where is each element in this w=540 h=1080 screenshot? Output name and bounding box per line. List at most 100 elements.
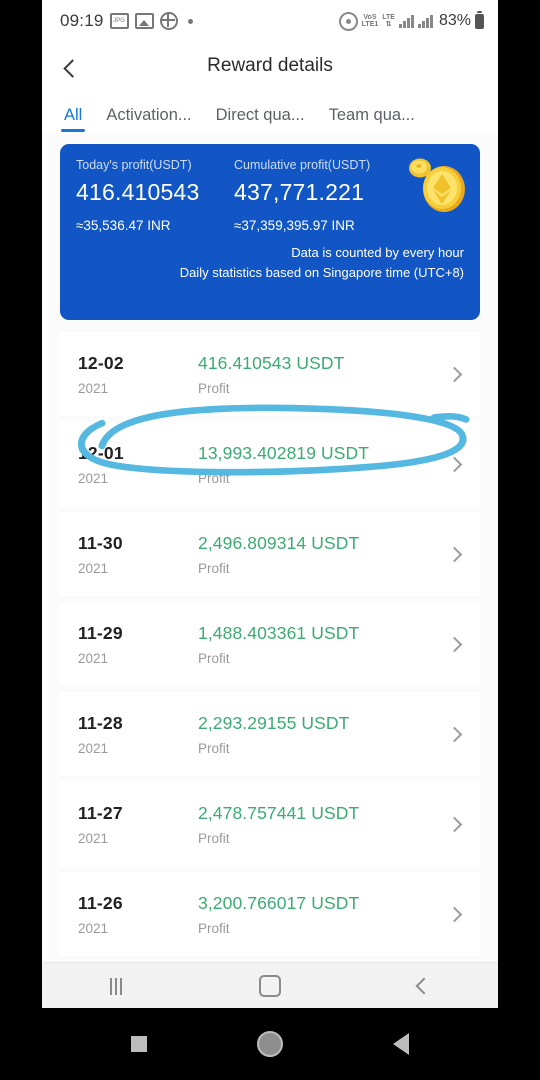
volte-icon: VoS LTE1 — [362, 14, 379, 28]
chevron-left-icon — [62, 58, 82, 78]
row-year: 2021 — [78, 920, 109, 936]
summary-note-line-2: Daily statistics based on Singapore time… — [179, 265, 464, 281]
tab-activation[interactable]: Activation... — [106, 106, 191, 134]
lte-top-label: LTE — [382, 14, 395, 21]
tab-direct-label: Direct qua... — [215, 106, 305, 124]
row-amount: 13,993.402819 USDT — [198, 442, 370, 463]
row-year: 2021 — [78, 380, 109, 396]
back-button[interactable] — [52, 48, 92, 88]
table-row[interactable]: 11-30 2021 2,496.809314 USDT Profit — [60, 512, 480, 596]
chevron-right-icon[interactable] — [446, 546, 463, 562]
table-row[interactable]: 11-26 2021 3,200.766017 USDT Profit — [60, 872, 480, 956]
row-amount: 416.410543 USDT — [198, 352, 345, 373]
tab-team-label: Team qua... — [328, 106, 415, 124]
play-triangle-icon[interactable] — [393, 1033, 409, 1055]
page-title: Reward details — [207, 55, 333, 76]
row-date-block: 11-28 2021 — [78, 713, 198, 756]
status-bar: 09:19 JPG VoS LTE1 LTE ⇅ 83% — [42, 0, 498, 42]
dot-icon — [187, 18, 193, 24]
image-icon — [134, 13, 154, 29]
row-type: Profit — [198, 740, 230, 756]
row-date: 11-30 — [78, 532, 123, 553]
lte-bottom-label: ⇅ — [385, 21, 392, 28]
signal-bars-icon-1 — [398, 14, 414, 28]
app-window: 09:19 JPG VoS LTE1 LTE ⇅ 83% Reward deta… — [42, 0, 498, 1008]
back-icon[interactable] — [415, 977, 433, 995]
today-profit-fiat: ≈35,536.47 INR — [76, 218, 171, 233]
tab-team-quantification[interactable]: Team qua... — [329, 106, 415, 134]
status-bar-left: 09:19 JPG — [60, 0, 193, 42]
row-date-block: 11-26 2021 — [78, 893, 198, 936]
row-main-block: 2,293.29155 USDT Profit — [198, 713, 449, 756]
summary-note: Data is counted by every hour Daily stat… — [76, 243, 464, 283]
row-amount: 2,496.809314 USDT — [198, 532, 360, 553]
row-main-block: 3,200.766017 USDT Profit — [198, 893, 449, 936]
row-type: Profit — [198, 650, 230, 666]
stop-square-icon[interactable] — [131, 1036, 147, 1052]
table-row[interactable]: 12-02 2021 416.410543 USDT Profit — [60, 332, 480, 416]
today-profit-block: Today's profit(USDT) 416.410543 ≈35,536.… — [76, 158, 234, 233]
row-amount: 2,293.29155 USDT — [198, 712, 350, 733]
chevron-right-icon[interactable] — [446, 726, 463, 742]
today-profit-value: 416.410543 — [76, 179, 200, 205]
row-main-block: 1,488.403361 USDT Profit — [198, 623, 449, 666]
tab-activation-label: Activation... — [106, 106, 192, 124]
table-row[interactable]: 11-27 2021 2,478.757441 USDT Profit — [60, 782, 480, 866]
table-row[interactable]: 11-28 2021 2,293.29155 USDT Profit — [60, 692, 480, 776]
row-year: 2021 — [78, 830, 109, 846]
row-main-block: 2,496.809314 USDT Profit — [198, 533, 449, 576]
profit-summary-card: Today's profit(USDT) 416.410543 ≈35,536.… — [60, 144, 480, 320]
chevron-right-icon[interactable] — [446, 816, 463, 832]
row-main-block: 2,478.757441 USDT Profit — [198, 803, 449, 846]
nfc-icon — [159, 12, 178, 30]
row-year: 2021 — [78, 560, 109, 576]
system-nav-bar — [0, 1008, 540, 1080]
row-type: Profit — [198, 380, 230, 396]
row-type: Profit — [198, 830, 230, 846]
recent-apps-icon[interactable] — [110, 977, 123, 995]
record-circle-icon[interactable] — [257, 1031, 283, 1057]
row-date-block: 11-27 2021 — [78, 803, 198, 846]
row-date: 11-27 — [78, 802, 123, 823]
row-type: Profit — [198, 560, 230, 576]
phone-screenshot: 09:19 JPG VoS LTE1 LTE ⇅ 83% Reward deta… — [0, 0, 540, 1080]
row-year: 2021 — [78, 470, 109, 486]
table-row[interactable]: 12-01 2021 13,993.402819 USDT Profit — [60, 422, 480, 506]
row-amount: 3,200.766017 USDT — [198, 892, 360, 913]
table-row[interactable]: 11-29 2021 1,488.403361 USDT Profit — [60, 602, 480, 686]
row-date: 12-02 — [78, 352, 124, 373]
battery-icon — [475, 10, 484, 29]
row-date-block: 12-02 2021 — [78, 353, 198, 396]
row-date: 11-28 — [78, 712, 123, 733]
row-main-block: 416.410543 USDT Profit — [198, 353, 449, 396]
signal-bars-icon-2 — [417, 14, 433, 28]
chevron-right-icon[interactable] — [446, 456, 463, 472]
row-date-block: 11-29 2021 — [78, 623, 198, 666]
chevron-right-icon[interactable] — [446, 906, 463, 922]
tab-all[interactable]: All — [64, 106, 82, 134]
gold-coin-icon — [409, 158, 465, 212]
volte-bottom-label: LTE1 — [361, 21, 379, 28]
cumulative-profit-fiat: ≈37,359,395.97 INR — [234, 218, 355, 233]
row-amount: 2,478.757441 USDT — [198, 802, 360, 823]
row-year: 2021 — [78, 650, 109, 666]
android-nav-bar — [42, 962, 498, 1008]
row-date: 12-01 — [78, 442, 124, 463]
screenshot-icon: JPG — [109, 13, 129, 29]
chevron-right-icon[interactable] — [446, 636, 463, 652]
status-bar-right: VoS LTE1 LTE ⇅ 83% — [338, 0, 484, 42]
battery-percent: 83% — [438, 12, 471, 29]
row-amount: 1,488.403361 USDT — [198, 622, 360, 643]
row-main-block: 13,993.402819 USDT Profit — [198, 443, 449, 486]
chevron-right-icon[interactable] — [446, 366, 463, 382]
reward-list: 12-02 2021 416.410543 USDT Profit 12-01 … — [42, 332, 498, 956]
row-type: Profit — [198, 470, 230, 486]
tab-direct-quantification[interactable]: Direct qua... — [216, 106, 305, 134]
home-icon[interactable] — [258, 975, 281, 997]
tab-all-label: All — [64, 106, 83, 124]
row-type: Profit — [198, 920, 230, 936]
status-time: 09:19 — [60, 11, 104, 30]
content-scroll-area[interactable]: Today's profit(USDT) 416.410543 ≈35,536.… — [42, 134, 498, 962]
lte-icon: LTE ⇅ — [382, 14, 395, 28]
volte-top-label: VoS — [363, 14, 377, 21]
